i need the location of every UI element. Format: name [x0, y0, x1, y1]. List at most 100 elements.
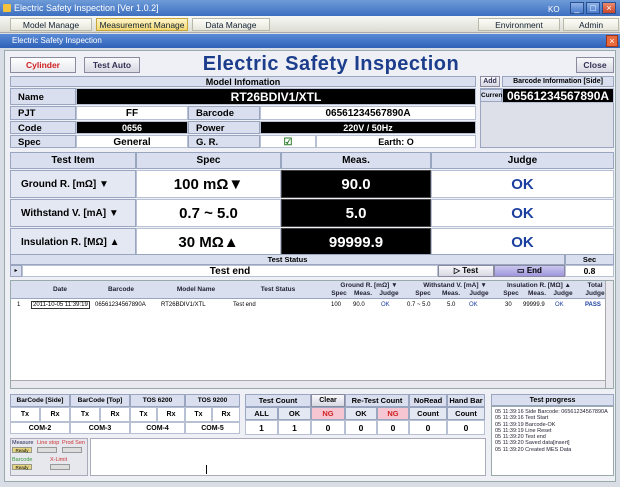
- close-window-button[interactable]: ×: [602, 2, 616, 14]
- col-total-judge: Judge: [585, 290, 605, 297]
- menu-data-manage[interactable]: Data Manage: [192, 18, 270, 31]
- add-button[interactable]: Add: [480, 76, 500, 87]
- com-2: COM-2: [10, 422, 70, 434]
- meas-ground: 90.0: [281, 170, 431, 198]
- text-cursor: [206, 465, 207, 474]
- com-4: COM-4: [130, 422, 185, 434]
- test-progress-header: Test progress: [491, 394, 614, 406]
- col-ground[interactable]: Ground R. [mΩ] ▼: [329, 282, 409, 289]
- judge-insulation: OK: [431, 228, 614, 256]
- handbar-value: 0: [447, 420, 485, 435]
- meas-insulation: 99999.9: [281, 228, 431, 256]
- port4-tx: Tx: [185, 407, 212, 422]
- col-withstand[interactable]: Withstand V. [mA] ▼: [415, 282, 495, 289]
- end-button[interactable]: ▭ End: [494, 265, 565, 277]
- subwindow-close-icon[interactable]: ×: [606, 35, 618, 47]
- spec-header: Spec: [136, 152, 281, 169]
- col-date[interactable]: Date: [35, 286, 85, 293]
- prod-sen-label: Prod Sen: [62, 440, 85, 446]
- test-item-ground: Ground R. [mΩ] ▼: [10, 170, 136, 198]
- code-label: Code: [10, 121, 76, 134]
- row-insulation-spec: 30: [505, 302, 512, 308]
- ng-label: NG: [311, 407, 345, 420]
- row-withstand-spec: 0.7 ~ 5.0: [407, 302, 431, 308]
- col-barcode[interactable]: Barcode: [91, 286, 151, 293]
- port2-rx: Rx: [100, 407, 130, 422]
- port2-tx: Tx: [70, 407, 100, 422]
- menu-admin-manage[interactable]: Admin Manage: [563, 18, 619, 43]
- test-item-insulation: Insulation R. [MΩ] ▲: [10, 228, 136, 256]
- noread-count-label: Count: [409, 407, 447, 420]
- subwindow-titlebar: Electric Safety Inspection ×: [0, 34, 620, 48]
- col-insulation-meas: Meas.: [527, 290, 547, 297]
- row-ground-spec: 100: [331, 302, 342, 308]
- row-indicator-icon: ▸: [10, 265, 22, 277]
- test-count-header: Test Count: [245, 394, 311, 407]
- col-withstand-meas: Meas.: [441, 290, 461, 297]
- noread-header: NoRead: [409, 394, 447, 407]
- port3-tx: Tx: [130, 407, 157, 422]
- test-auto-button[interactable]: Test Auto: [84, 57, 140, 73]
- menu-measurement-manage[interactable]: Measurement Manage: [96, 18, 188, 31]
- maximize-button[interactable]: □: [586, 2, 600, 14]
- power-label: Power: [188, 121, 260, 134]
- retest-count-header: Re-Test Count: [345, 394, 409, 407]
- cylinder-manual-button[interactable]: Cylinder Manual: [10, 57, 76, 84]
- barcode-top-header: BarCode [Top]: [70, 394, 130, 407]
- com-3: COM-3: [70, 422, 130, 434]
- spec-withstand: 0.7 ~ 5.0: [136, 199, 281, 227]
- app-icon: [3, 4, 11, 12]
- table-row[interactable]: 1 2011-10-05 11:39:19 06561234567890A RT…: [11, 300, 613, 310]
- clear-button[interactable]: Clear: [311, 394, 345, 407]
- name-label: Name: [10, 88, 76, 105]
- history-grid[interactable]: Date Barcode Model Name Test Status Grou…: [10, 280, 614, 389]
- code-value: 0656: [76, 121, 188, 134]
- noread-value: 0: [409, 420, 447, 435]
- col-insulation-spec: Spec: [503, 290, 519, 297]
- col-withstand-spec: Spec: [415, 290, 431, 297]
- col-test-status[interactable]: Test Status: [243, 286, 313, 293]
- col-insulation[interactable]: Insulation R. [MΩ] ▲: [499, 282, 579, 289]
- measure-ready-indicator: Ready: [12, 447, 32, 453]
- test-button[interactable]: ▷ Test: [438, 265, 494, 277]
- prod-sen-indicator: [62, 447, 82, 453]
- retest-ok-label: OK: [345, 407, 377, 420]
- pjt-label: PJT: [10, 106, 76, 120]
- horizontal-scrollbar[interactable]: [11, 380, 605, 388]
- test-status-text: Test end: [22, 265, 438, 277]
- barcode-value: 06561234567890A: [260, 106, 476, 120]
- menu-environment-manage[interactable]: Environment Manage: [478, 18, 560, 43]
- ok-value: 1: [278, 420, 311, 435]
- menu-model-manage[interactable]: Model Manage: [10, 18, 92, 31]
- row-date: 2011-10-05 11:39:19: [31, 301, 90, 309]
- current-label: Current: [480, 89, 504, 102]
- row-withstand-meas: 5.0: [447, 302, 456, 308]
- barcode-label: Barcode: [188, 106, 260, 120]
- ok-label: OK: [278, 407, 311, 420]
- model-info-header: Model Infomation: [10, 76, 476, 87]
- test-progress-log[interactable]: 05 11:39:16 Side Barcode: 06561234567890…: [491, 406, 614, 476]
- gr-checkbox[interactable]: ☑: [260, 135, 316, 148]
- ng-value: 0: [311, 420, 345, 435]
- window-titlebar: Electric Safety Inspection [Ver 1.0.2] K…: [0, 0, 620, 16]
- retest-ng-value: 0: [377, 420, 409, 435]
- col-total[interactable]: Total: [583, 282, 607, 289]
- judge-withstand: OK: [431, 199, 614, 227]
- meas-withstand: 5.0: [281, 199, 431, 227]
- all-label: ALL: [245, 407, 278, 420]
- tos6200-header: TOS 6200: [130, 394, 185, 407]
- line-stop-label: Line stop: [37, 440, 60, 446]
- vertical-scrollbar[interactable]: [605, 281, 613, 388]
- log-line: 05 11:39:20 Created MES Data: [495, 446, 572, 453]
- pjt-value: FF: [76, 106, 188, 120]
- all-value: 1: [245, 420, 278, 435]
- barcode-input-area[interactable]: [90, 438, 486, 476]
- col-model-name[interactable]: Model Name: [161, 286, 231, 293]
- row-ground-meas: 90.0: [353, 302, 365, 308]
- row-model: RT26BDIV1/XTL: [161, 302, 206, 308]
- close-button[interactable]: Close: [576, 57, 614, 73]
- port3-rx: Rx: [157, 407, 185, 422]
- col-ground-judge: Judge: [379, 290, 399, 297]
- barcode-ready-indicator: Ready: [12, 464, 32, 470]
- minimize-button[interactable]: _: [570, 2, 584, 14]
